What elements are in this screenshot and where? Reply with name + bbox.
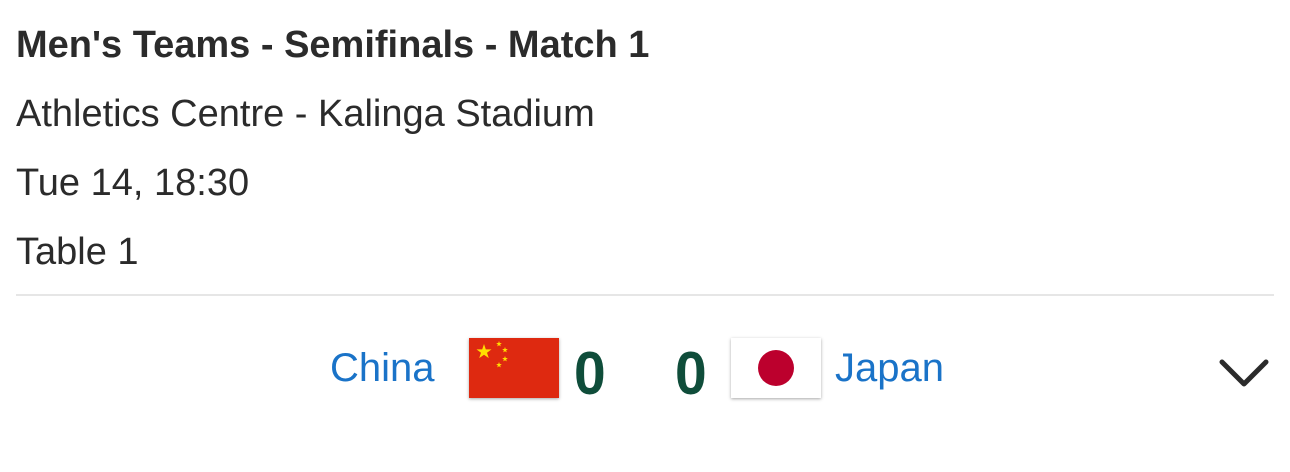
divider <box>16 294 1274 296</box>
match-datetime: Tue 14, 18:30 <box>16 162 250 204</box>
japan-flag-icon <box>731 338 821 398</box>
match-title: Men's Teams - Semifinals - Match 1 <box>16 24 650 66</box>
away-team-name[interactable]: Japan <box>835 346 944 390</box>
chevron-down-icon[interactable] <box>1216 354 1272 394</box>
match-table: Table 1 <box>16 231 139 273</box>
match-venue: Athletics Centre - Kalinga Stadium <box>16 93 595 135</box>
home-score: 0 <box>574 340 606 407</box>
home-team-name[interactable]: China <box>330 346 435 390</box>
away-score: 0 <box>675 340 707 407</box>
scoreline-row: China 0 0 Japan <box>0 336 1290 406</box>
china-flag-icon <box>469 338 559 398</box>
